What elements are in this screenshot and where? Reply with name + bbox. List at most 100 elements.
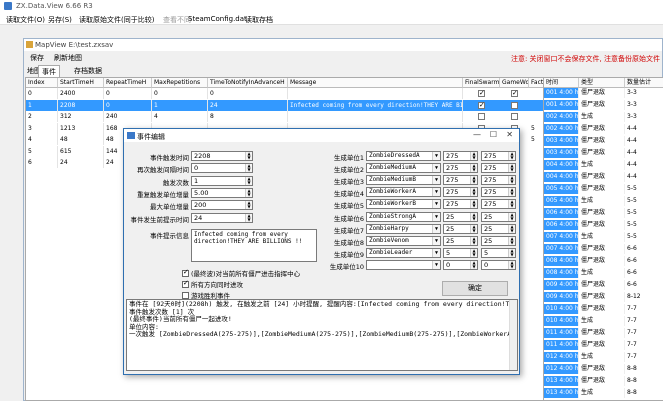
unit-type-select[interactable]: ZombieVenom ▼ xyxy=(366,235,441,246)
schedule-row[interactable]: 001 4:00 h 僵尸退敌 3-3 xyxy=(544,100,663,110)
ok-button[interactable]: 确定 xyxy=(442,281,508,296)
schedule-row[interactable]: 003 4:00 h 僵尸退敌 4-4 xyxy=(544,148,663,158)
schedule-row[interactable]: 008 4:00 h 生成 6-6 xyxy=(544,268,663,278)
gamewon-checkbox[interactable] xyxy=(511,101,518,109)
table-row[interactable]: 2 312 240 4 8 xyxy=(26,111,570,122)
unit-count-field[interactable]: 25 ▲ ▼ xyxy=(443,235,478,246)
checkbox-icon[interactable] xyxy=(182,292,189,299)
unit-count-field[interactable]: 275 ▲ ▼ xyxy=(481,151,516,161)
chevron-down-icon[interactable]: ▼ xyxy=(432,224,440,233)
spinner-arrows-icon[interactable]: ▲ ▼ xyxy=(245,188,252,197)
schedule-row[interactable]: 013 4:00 h 生成 8-8 xyxy=(544,388,663,398)
unit-count-field[interactable]: 25 ▲ ▼ xyxy=(481,235,516,246)
schedule-row[interactable]: 006 4:00 h 僵尸退敌 5-5 xyxy=(544,208,663,218)
gamewon-checkbox[interactable] xyxy=(511,113,518,120)
schedule-row[interactable]: 002 4:00 h 僵尸退敌 4-4 xyxy=(544,124,663,134)
numeric-field[interactable]: 2208 ▲ ▼ xyxy=(191,151,253,161)
unit-count-field[interactable]: 275 ▲ ▼ xyxy=(481,187,516,198)
spinner-arrows-icon[interactable]: ▲ ▼ xyxy=(508,188,515,197)
schedule-row[interactable]: 012 4:00 h 僵尸退敌 8-8 xyxy=(544,364,663,374)
col-index[interactable]: Index xyxy=(26,78,58,88)
schedule-row[interactable]: 010 4:00 h 生成 7-7 xyxy=(544,316,663,326)
unit-count-field[interactable]: 0 ▲ ▼ xyxy=(443,259,478,270)
schedule-row[interactable]: 005 4:00 h 生成 5-5 xyxy=(544,196,663,206)
checkbox-icon[interactable] xyxy=(182,279,189,288)
chevron-down-icon[interactable]: ▼ xyxy=(432,236,440,245)
unit-count-field[interactable]: 275 ▲ ▼ xyxy=(443,187,478,198)
col-maxrep[interactable]: MaxRepetitions xyxy=(152,78,208,88)
schedule-row[interactable]: 009 4:00 h 僵尸退敌 8-12 xyxy=(544,292,663,302)
menu-view-diff[interactable]: 查看不同 xyxy=(163,15,191,25)
unit-count-field[interactable]: 25 ▲ ▼ xyxy=(443,223,478,234)
col-type[interactable]: 类型 xyxy=(579,78,625,88)
spinner-arrows-icon[interactable]: ▲ ▼ xyxy=(508,152,515,160)
spinner-arrows-icon[interactable]: ▲ ▼ xyxy=(470,212,477,221)
schedule-row[interactable]: 007 4:00 h 生成 5-5 xyxy=(544,232,663,242)
spinner-arrows-icon[interactable]: ▲ ▼ xyxy=(470,236,477,245)
numeric-field[interactable]: 0 ▲ ▼ xyxy=(191,163,253,174)
col-starttime[interactable]: StartTimeH xyxy=(58,78,104,88)
menu-read-save[interactable]: 读取存档 xyxy=(245,15,273,25)
spinner-arrows-icon[interactable]: ▲ ▼ xyxy=(470,164,477,173)
gamewon-checkbox[interactable] xyxy=(511,88,518,99)
unit-type-select[interactable]: ZombieLeader ▼ xyxy=(366,247,441,258)
schedule-list[interactable]: 时间 类型 数量估计 001 4:00 h 僵尸退敌 3-3 001 4:00 h 僵尸… xyxy=(543,77,663,401)
spinner-arrows-icon[interactable]: ▲ ▼ xyxy=(245,164,252,173)
log-scrollbar[interactable] xyxy=(509,300,517,370)
chevron-down-icon[interactable]: ▼ xyxy=(432,176,440,185)
spinner-arrows-icon[interactable]: ▲ ▼ xyxy=(508,164,515,173)
col-repeattime[interactable]: RepeatTimeH xyxy=(104,78,152,88)
option-checkbox[interactable]: (最终波)对当前所有僵尸进击指挥中心 xyxy=(182,268,300,278)
unit-type-select[interactable]: ZombieHarpy ▼ xyxy=(366,223,441,234)
chevron-down-icon[interactable]: ▼ xyxy=(432,200,440,209)
event-summary-log[interactable]: 事件在 [92天0时](2208h) 触发, 在触发之前 [24] 小时提醒, … xyxy=(126,299,518,371)
numeric-field[interactable]: 200 ▲ ▼ xyxy=(191,200,253,211)
unit-count-field[interactable]: 275 ▲ ▼ xyxy=(481,175,516,186)
schedule-row[interactable]: 011 4:00 h 僵尸退敌 7-7 xyxy=(544,340,663,350)
checkbox-icon[interactable] xyxy=(182,268,189,277)
table-row[interactable]: 0 2400 0 0 0 xyxy=(26,88,570,99)
schedule-row[interactable]: 005 4:00 h 僵尸退敌 5-5 xyxy=(544,184,663,194)
schedule-row[interactable]: 006 4:00 h 僵尸退敌 5-5 xyxy=(544,220,663,230)
chevron-down-icon[interactable]: ▼ xyxy=(432,164,440,173)
unit-count-field[interactable]: 275 ▲ ▼ xyxy=(481,163,516,174)
unit-type-select[interactable]: ZombieWorkerB ▼ xyxy=(366,199,441,210)
col-finalswarm[interactable]: FinalSwarm xyxy=(463,78,500,88)
spinner-arrows-icon[interactable]: ▲ ▼ xyxy=(470,176,477,185)
chevron-down-icon[interactable]: ▼ xyxy=(432,188,440,197)
option-checkbox[interactable]: 所有方向同时进攻 xyxy=(182,279,243,289)
schedule-row[interactable]: 001 4:00 h 僵尸退敌 3-3 xyxy=(544,88,663,98)
spinner-arrows-icon[interactable]: ▲ ▼ xyxy=(508,212,515,221)
minimize-icon[interactable]: — xyxy=(473,130,481,139)
spinner-arrows-icon[interactable]: ▲ ▼ xyxy=(508,260,515,269)
unit-count-field[interactable]: 25 ▲ ▼ xyxy=(443,211,478,222)
unit-count-field[interactable]: 275 ▲ ▼ xyxy=(481,199,516,210)
unit-type-select[interactable]: ZombieWorkerA ▼ xyxy=(366,187,441,198)
menu-read-original[interactable]: 读取原始文件(同于比较) xyxy=(79,15,154,25)
col-time[interactable]: 时间 xyxy=(544,78,579,88)
menu-steamconfig[interactable]: SteamConfig.dat xyxy=(188,15,247,23)
schedule-row[interactable]: 002 4:00 h 生成 3-3 xyxy=(544,112,663,122)
spinner-arrows-icon[interactable]: ▲ ▼ xyxy=(508,176,515,185)
spinner-arrows-icon[interactable]: ▲ ▼ xyxy=(245,201,252,210)
unit-count-field[interactable]: 275 ▲ ▼ xyxy=(443,199,478,210)
unit-type-select[interactable]: ▼ xyxy=(366,259,441,270)
schedule-row[interactable]: 010 4:00 h 僵尸退敌 7-7 xyxy=(544,304,663,314)
spinner-arrows-icon[interactable]: ▲ ▼ xyxy=(245,152,252,160)
finalswarm-checkbox[interactable] xyxy=(478,100,485,111)
message-textbox[interactable]: Infected coming from every direction!THE… xyxy=(191,229,317,262)
unit-count-field[interactable]: 275 ▲ ▼ xyxy=(443,175,478,186)
spinner-arrows-icon[interactable]: ▲ ▼ xyxy=(470,188,477,197)
unit-count-field[interactable]: 275 ▲ ▼ xyxy=(443,163,478,174)
schedule-row[interactable]: 003 4:00 h 僵尸退敌 4-4 xyxy=(544,136,663,146)
chevron-down-icon[interactable]: ▼ xyxy=(432,260,440,269)
chevron-down-icon[interactable]: ▼ xyxy=(432,212,440,221)
save-button[interactable]: 保存 xyxy=(30,53,44,63)
menu-save-as[interactable]: 另存(S) xyxy=(48,15,72,25)
table-row[interactable]: 1 2208 0 1 24 Infected coming from every dire… xyxy=(26,99,570,111)
spinner-arrows-icon[interactable]: ▲ ▼ xyxy=(245,213,252,222)
schedule-row[interactable]: 012 4:00 h 生成 7-7 xyxy=(544,352,663,362)
finalswarm-checkbox[interactable] xyxy=(478,88,485,99)
numeric-field[interactable]: 24 ▲ ▼ xyxy=(191,212,253,223)
col-notify[interactable]: TimeToNotifyInAdvanceH xyxy=(208,78,288,88)
